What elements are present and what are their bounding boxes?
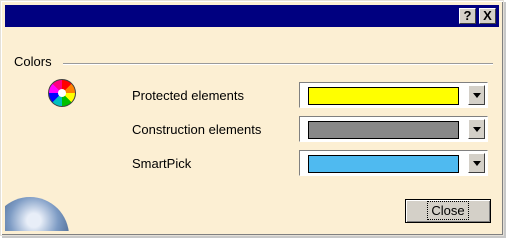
close-button-label: Close	[427, 201, 469, 220]
group-divider	[63, 63, 493, 65]
smartpick-dropdown-arrow-icon[interactable]	[468, 153, 485, 173]
construction-elements-dropdown-arrow-icon[interactable]	[468, 119, 485, 139]
colors-dialog: ? X Colors Protected elements Constructi…	[0, 0, 504, 236]
construction-elements-swatch	[308, 121, 459, 139]
color-wheel-icon	[48, 79, 76, 107]
construction-elements-label: Construction elements	[132, 122, 262, 137]
protected-elements-dropdown-arrow-icon[interactable]	[468, 85, 485, 105]
construction-elements-color-combo[interactable]	[299, 116, 488, 142]
group-label: Colors	[14, 54, 52, 69]
globe-icon	[5, 197, 69, 231]
protected-elements-label: Protected elements	[132, 88, 245, 103]
smartpick-color-combo[interactable]	[299, 150, 488, 176]
window-close-button[interactable]: X	[479, 8, 496, 24]
close-button[interactable]: Close	[405, 199, 491, 223]
title-bar: ? X	[5, 5, 499, 27]
smartpick-swatch	[308, 155, 459, 173]
protected-elements-color-combo[interactable]	[299, 82, 488, 108]
smartpick-label: SmartPick	[132, 156, 192, 171]
protected-elements-swatch	[308, 87, 459, 105]
help-button[interactable]: ?	[459, 8, 476, 24]
